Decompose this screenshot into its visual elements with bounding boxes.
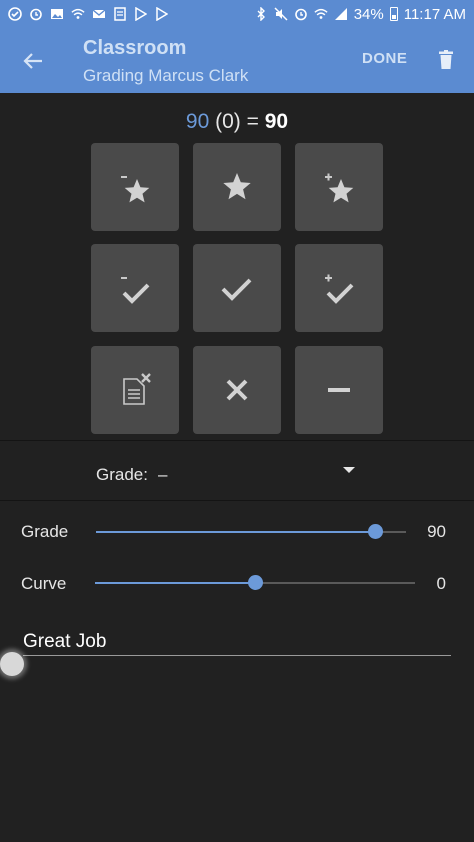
comment-input[interactable] xyxy=(23,628,451,656)
star-button[interactable] xyxy=(193,143,281,231)
grade-slider-thumb[interactable] xyxy=(368,524,383,539)
battery-icon xyxy=(389,7,398,21)
bluetooth-icon xyxy=(254,7,268,21)
app-bar: Classroom Grading Marcus Clark DONE xyxy=(0,28,474,93)
x-icon xyxy=(226,379,248,401)
final-score: 90 xyxy=(264,110,289,133)
arrow-back-icon xyxy=(23,53,42,69)
system-icons: 34% 11:17 AM xyxy=(254,6,466,23)
play-store-icon xyxy=(134,7,148,21)
text-cursor-handle[interactable] xyxy=(0,652,24,676)
check-icon xyxy=(221,278,252,301)
excused-button[interactable] xyxy=(193,346,281,434)
grade-dropdown-value: – xyxy=(158,465,168,484)
grade-dropdown-label: Grade: xyxy=(96,465,148,484)
star-plus-icon xyxy=(325,173,354,203)
clear-button[interactable] xyxy=(295,346,383,434)
curve-slider-thumb[interactable] xyxy=(248,575,263,590)
check-plus-button[interactable] xyxy=(295,244,383,332)
curve-score: (0) xyxy=(215,110,241,133)
delete-button[interactable] xyxy=(433,46,459,74)
check-plus-icon xyxy=(325,274,354,304)
star-minus-button[interactable] xyxy=(91,143,179,231)
status-bar: 34% 11:17 AM xyxy=(0,0,474,28)
wifi-icon xyxy=(71,7,85,21)
missing-document-icon xyxy=(123,373,151,405)
grade-slider-fill xyxy=(96,531,375,533)
check-minus-button[interactable] xyxy=(91,244,179,332)
alarm-icon xyxy=(294,7,308,21)
alarm-icon xyxy=(29,7,43,21)
image-icon xyxy=(50,7,64,21)
star-minus-icon xyxy=(121,176,150,203)
grade-slider-value: 90 xyxy=(427,522,446,541)
document-icon xyxy=(113,7,127,21)
missing-button[interactable] xyxy=(91,346,179,434)
star-plus-button[interactable] xyxy=(295,143,383,231)
grade-slider-label: Grade xyxy=(21,522,69,541)
wifi-calling-icon xyxy=(8,7,22,21)
divider xyxy=(0,500,474,501)
raw-score: 90 xyxy=(185,110,210,133)
done-button[interactable]: DONE xyxy=(362,50,407,67)
curve-slider-value: 0 xyxy=(436,574,446,593)
play-store-icon xyxy=(155,7,169,21)
trash-icon xyxy=(439,50,453,69)
star-icon xyxy=(223,173,251,200)
battery-percent: 34% xyxy=(353,5,384,23)
check-minus-icon xyxy=(121,277,150,304)
curve-slider[interactable] xyxy=(95,575,415,590)
score-summary: 90 (0) = 90 xyxy=(0,110,474,134)
cell-signal-icon xyxy=(334,7,348,21)
curve-slider-fill xyxy=(95,582,255,584)
grade-slider[interactable] xyxy=(96,524,406,539)
grade-dropdown[interactable]: Grade: – xyxy=(0,441,474,500)
check-button[interactable] xyxy=(193,244,281,332)
equals-sign: = xyxy=(246,110,259,133)
curve-slider-label: Curve xyxy=(21,574,67,593)
mail-icon xyxy=(92,7,106,21)
dropdown-arrow-icon xyxy=(343,467,355,473)
back-button[interactable] xyxy=(18,46,48,76)
dash-icon xyxy=(328,388,350,392)
notification-icons xyxy=(8,7,254,21)
mute-icon xyxy=(274,7,288,21)
clock: 11:17 AM xyxy=(403,5,466,23)
page-title: Classroom xyxy=(83,37,187,59)
page-subtitle: Grading Marcus Clark xyxy=(83,66,249,85)
wifi-signal-icon xyxy=(314,7,328,21)
